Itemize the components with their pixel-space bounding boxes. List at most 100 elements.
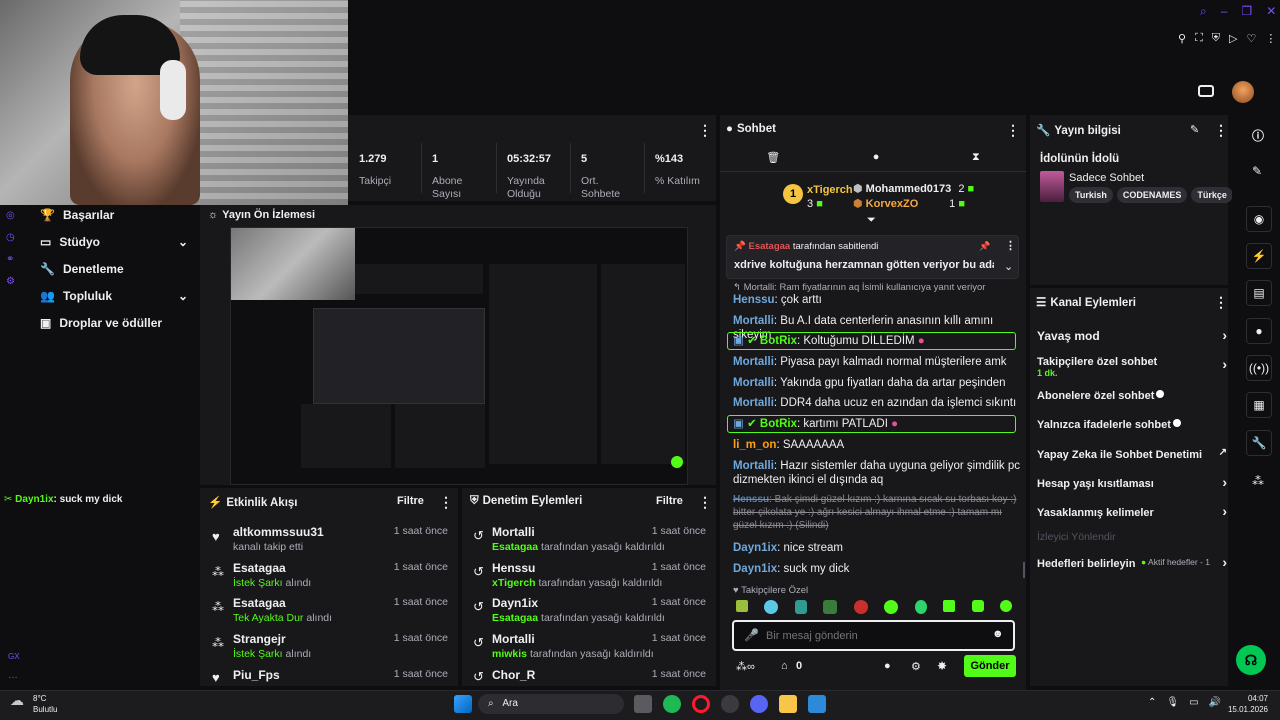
- category-name[interactable]: Sadece Sohbet: [1069, 172, 1144, 184]
- badge-icon[interactable]: ✸: [937, 659, 947, 673]
- chat-message[interactable]: Mortalli: Piyasa payı kalmadı normal müş…: [733, 355, 1023, 369]
- chevron-up-icon[interactable]: ⌃: [1148, 697, 1156, 708]
- rail-circle-icon[interactable]: ◎: [6, 205, 20, 227]
- points-icon[interactable]: ⁂: [1252, 474, 1264, 488]
- nav-item-studio[interactable]: ▭ Stüdyo ⌄: [40, 235, 188, 249]
- subscribers-only-row[interactable]: Abonelere özel sohbet: [1037, 388, 1227, 402]
- store-icon[interactable]: ⌂: [781, 660, 788, 672]
- top-gifter-third[interactable]: ⬢ KorvexZO 1 ■: [853, 197, 965, 212]
- chat-message[interactable]: Dayn1ix: suck my dick: [733, 562, 1023, 576]
- pin-icon[interactable]: ⚲: [1178, 32, 1186, 45]
- chat-message[interactable]: Mortalli: Yakında gpu fiyatları daha da …: [733, 376, 1023, 390]
- search-icon[interactable]: ⌕: [1200, 4, 1207, 20]
- chat-more-icon[interactable]: ⋮: [1006, 123, 1020, 137]
- wrench-icon[interactable]: 🔧: [1246, 430, 1272, 456]
- chat-message[interactable]: Dayn1ix: nice stream: [733, 541, 1023, 555]
- chat-icon[interactable]: ●: [1246, 318, 1272, 344]
- weather-widget[interactable]: ☁ 8°C Bulutlu: [10, 693, 57, 715]
- bolt-icon[interactable]: ⚡: [1246, 243, 1272, 269]
- play-icon[interactable]: ▷: [1229, 32, 1237, 45]
- emote-icon[interactable]: [943, 600, 956, 612]
- microphone-icon[interactable]: 🎤: [744, 628, 759, 642]
- chat-input-box[interactable]: 🎤 ☻: [732, 620, 1015, 651]
- spotify-icon[interactable]: [663, 695, 681, 713]
- emote-icon[interactable]: [823, 600, 838, 614]
- emote-icon[interactable]: [794, 600, 807, 614]
- nav-item-moderation[interactable]: 🔧 Denetleme: [40, 262, 124, 276]
- chat-message[interactable]: Henssu: çok arttı: [733, 293, 1023, 307]
- windows-start-icon[interactable]: [454, 695, 472, 713]
- emote-only-row[interactable]: Yalnızca ifadelerle sohbet: [1037, 417, 1227, 431]
- tag[interactable]: Turkish: [1069, 187, 1113, 203]
- layout-icon[interactable]: ▦: [1246, 392, 1272, 418]
- tag[interactable]: CODENAMES: [1116, 187, 1188, 203]
- nav-item-drops[interactable]: ▣ Droplar ve ödüller: [40, 316, 162, 330]
- activity-more-icon[interactable]: ⋮: [439, 495, 453, 509]
- pinned-more-icon[interactable]: ⋮: [1005, 241, 1016, 252]
- unpin-icon[interactable]: 📌: [979, 241, 990, 252]
- crop-icon[interactable]: ⛶: [1195, 32, 1203, 45]
- activity-filter-button[interactable]: Filtre: [397, 495, 424, 507]
- stream-info-more-icon[interactable]: ⋮: [1214, 123, 1228, 137]
- pencil-icon[interactable]: ✎: [1252, 164, 1262, 178]
- discord-icon[interactable]: [750, 695, 768, 713]
- goals-row[interactable]: Hedefleri belirleyin ● Aktif hedefler - …: [1037, 554, 1227, 570]
- rail-gear-icon[interactable]: ⚙: [6, 271, 20, 293]
- emoji-icon[interactable]: ☻: [992, 628, 1004, 640]
- microphone-icon[interactable]: 🎙: [1166, 697, 1179, 708]
- opera-icon[interactable]: [692, 695, 710, 713]
- folder-icon[interactable]: [779, 695, 797, 713]
- gx-more-icon[interactable]: …: [8, 670, 18, 681]
- banned-words-row[interactable]: Yasaklanmış kelimeler ›: [1037, 503, 1227, 519]
- chat-scrollbar[interactable]: [1023, 562, 1025, 578]
- trash-icon[interactable]: 🗑: [766, 151, 780, 164]
- preview-video[interactable]: [230, 227, 688, 485]
- chat-icon[interactable]: ●: [873, 151, 880, 164]
- camera-icon[interactable]: ◉: [1246, 206, 1272, 232]
- volume-icon[interactable]: 🔊: [1209, 697, 1221, 708]
- app-icon[interactable]: [808, 695, 826, 713]
- emote-icon[interactable]: [884, 600, 899, 614]
- rail-link-icon[interactable]: ⚭: [6, 249, 20, 271]
- points-icon[interactable]: ⁂∞: [736, 660, 755, 673]
- more-icon[interactable]: ⋮: [1265, 32, 1276, 45]
- followers-only-row[interactable]: Takipçilere özel sohbet 1 dk. ›: [1037, 354, 1227, 378]
- chat-message-deleted[interactable]: Henssu: Bak şimdi güzel kızım :) karnına…: [733, 493, 1023, 532]
- moderation-filter-button[interactable]: Filtre: [656, 495, 683, 507]
- moderation-more-icon[interactable]: ⋮: [698, 495, 712, 509]
- minimize-icon[interactable]: –: [1221, 4, 1228, 20]
- emote-icon[interactable]: [914, 600, 927, 614]
- emote-icon[interactable]: [736, 600, 748, 612]
- heart-icon[interactable]: ♡: [1246, 32, 1256, 45]
- bot-message[interactable]: ▣ ✔ BotRix: kartımı PATLADI ●: [727, 415, 1016, 433]
- stats-more-icon[interactable]: ⋮: [698, 123, 712, 137]
- account-age-row[interactable]: Hesap yaşı kısıtlaması ›: [1037, 474, 1227, 490]
- network-icon[interactable]: ▭: [1189, 697, 1198, 708]
- restore-icon[interactable]: ❐: [1241, 4, 1252, 20]
- top-gifter-first[interactable]: xTigerch 3 ■: [807, 183, 853, 211]
- emote-icon[interactable]: [853, 600, 868, 614]
- info-icon[interactable]: ⓘ: [1252, 127, 1264, 144]
- avatar[interactable]: [1232, 81, 1254, 103]
- ai-moderation-row[interactable]: Yapay Zeka ile Sohbet Denetimi ↗: [1037, 447, 1227, 461]
- channel-actions-more-icon[interactable]: ⋮: [1214, 295, 1228, 309]
- chat-message[interactable]: Mortalli: DDR4 daha ucuz en azından da i…: [733, 396, 1023, 410]
- taskbar-search[interactable]: ⌕ Ara: [478, 694, 624, 714]
- tag[interactable]: Türkçe: [1191, 187, 1233, 203]
- nav-item-community[interactable]: 👥 Topluluk ⌄: [40, 289, 188, 303]
- task-view-icon[interactable]: [634, 695, 652, 713]
- close-icon[interactable]: ✕: [1266, 4, 1276, 20]
- edit-icon[interactable]: ✎: [1190, 123, 1199, 136]
- emote-icon[interactable]: [999, 600, 1012, 612]
- support-button[interactable]: ☊: [1236, 645, 1266, 675]
- gear-icon[interactable]: ⚙: [911, 660, 921, 673]
- chevron-down-icon[interactable]: ⌄: [1004, 260, 1013, 273]
- filter-icon[interactable]: ⏷: [867, 214, 876, 227]
- rail-clock-icon[interactable]: ◷: [6, 227, 20, 249]
- chat-input[interactable]: [766, 626, 986, 646]
- taskbar-clock[interactable]: 04:07 15.01.2026: [1226, 693, 1268, 715]
- chat-message[interactable]: Mortalli: Hazır sistemler daha uyguna ge…: [733, 459, 1023, 487]
- document-icon[interactable]: ▤: [1246, 280, 1272, 306]
- chat-message[interactable]: li_m_on: SAAAAAAA: [733, 438, 1023, 452]
- bot-message[interactable]: ▣ ✔ BotRix: Koltuğumu DİLLEDİM ●: [727, 332, 1016, 350]
